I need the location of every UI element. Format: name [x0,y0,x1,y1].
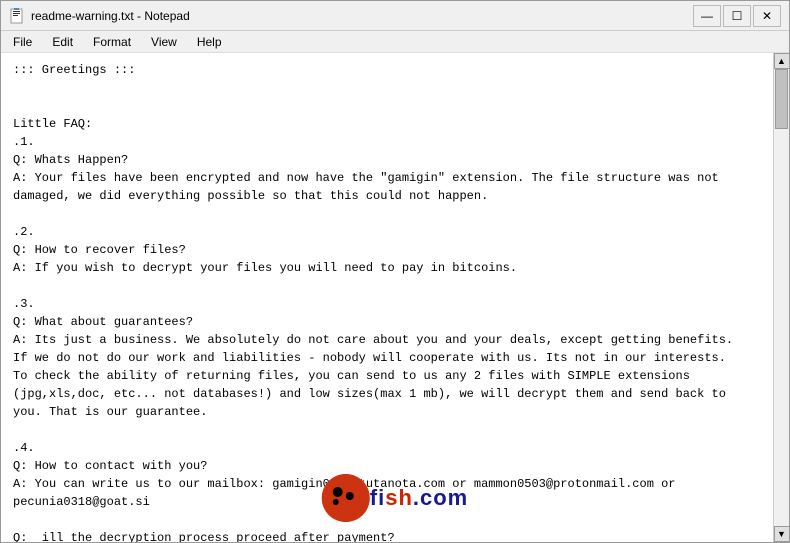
content-wrapper: ::: Greetings ::: Little FAQ: .1. Q: Wha… [1,53,789,542]
menu-help[interactable]: Help [189,32,230,52]
scrollbar[interactable]: ▲ ▼ [773,53,789,542]
title-bar-buttons: — ☐ ✕ [693,5,781,27]
menu-edit[interactable]: Edit [44,32,81,52]
scroll-thumb[interactable] [775,69,788,129]
scroll-up-button[interactable]: ▲ [774,53,790,69]
scroll-track[interactable] [774,69,789,526]
menu-file[interactable]: File [5,32,40,52]
window-title: readme-warning.txt - Notepad [31,9,190,23]
notepad-icon [9,8,25,24]
scroll-down-button[interactable]: ▼ [774,526,790,542]
title-bar: readme-warning.txt - Notepad — ☐ ✕ [1,1,789,31]
title-bar-left: readme-warning.txt - Notepad [9,8,190,24]
menu-bar: File Edit Format View Help [1,31,789,53]
text-editor[interactable]: ::: Greetings ::: Little FAQ: .1. Q: Wha… [1,53,773,542]
minimize-button[interactable]: — [693,5,721,27]
maximize-button[interactable]: ☐ [723,5,751,27]
menu-format[interactable]: Format [85,32,139,52]
close-button[interactable]: ✕ [753,5,781,27]
notepad-window: readme-warning.txt - Notepad — ☐ ✕ File … [0,0,790,543]
menu-view[interactable]: View [143,32,185,52]
